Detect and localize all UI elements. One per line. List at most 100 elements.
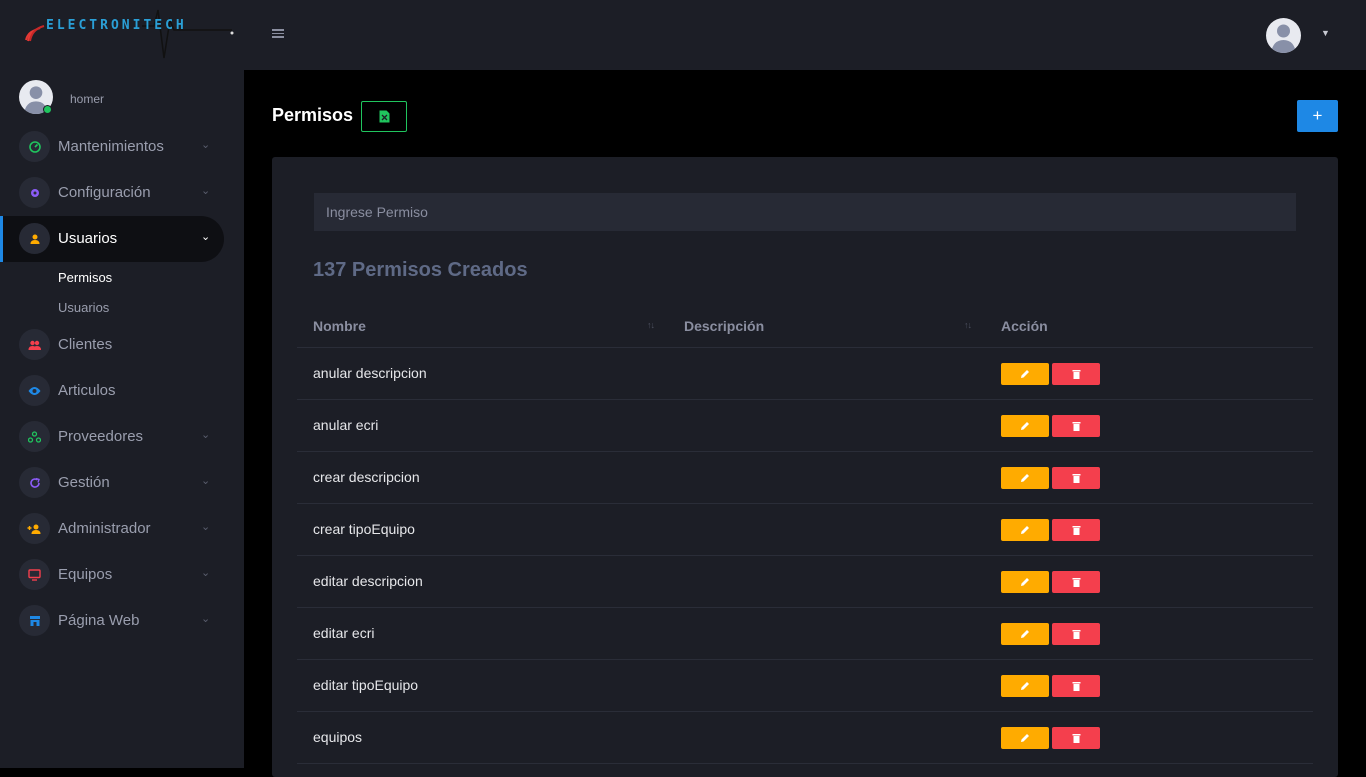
trash-icon	[1072, 474, 1080, 483]
sidebar-item-label: Página Web	[58, 612, 140, 629]
column-header-nombre[interactable]: Nombre	[313, 318, 366, 334]
edit-button[interactable]	[1001, 519, 1049, 541]
column-header-accion: Acción	[1001, 318, 1048, 334]
search-input[interactable]	[314, 193, 1296, 231]
trash-icon	[1072, 370, 1080, 379]
chevron-down-icon: ⌄	[201, 475, 211, 487]
pencil-icon	[1021, 474, 1029, 482]
permissions-card: 137 Permisos Creados Nombre ↑↓ Descripci…	[272, 157, 1338, 777]
page-title: Permisos	[272, 105, 354, 125]
column-header-descripcion[interactable]: Descripción	[684, 318, 764, 334]
sidebar-item-label: Mantenimientos	[58, 138, 164, 155]
add-permission-button[interactable]: +	[1297, 100, 1338, 132]
chevron-down-icon: ⌄	[201, 521, 211, 533]
excel-file-icon	[379, 110, 389, 123]
chevron-down-icon: ⌄	[201, 139, 211, 151]
user-icon	[19, 223, 50, 254]
trash-icon	[1072, 682, 1080, 691]
delete-button[interactable]	[1052, 675, 1100, 697]
sidebar-item-articulos[interactable]: Articulos	[0, 368, 224, 414]
edit-button[interactable]	[1001, 623, 1049, 645]
network-icon	[19, 421, 50, 452]
sidebar-item-label: Articulos	[58, 382, 116, 399]
sidebar-item-clientes[interactable]: Clientes	[0, 322, 224, 368]
pencil-icon	[1021, 422, 1029, 430]
sidebar-item-label: Equipos	[58, 566, 113, 583]
delete-button[interactable]	[1052, 727, 1100, 749]
pencil-icon	[1021, 526, 1029, 534]
sidebar-item-label: Clientes	[58, 336, 113, 353]
permission-name: crear tipoEquipo	[313, 521, 415, 537]
sidebar-item-proveedores[interactable]: Proveedores ⌄	[0, 414, 224, 460]
edit-button[interactable]	[1001, 571, 1049, 593]
sidebar-item-label: Usuarios	[58, 230, 118, 247]
delete-button[interactable]	[1052, 467, 1100, 489]
sidebar: homer Mantenimientos ⌄ Configuración ⌄ U…	[0, 70, 244, 768]
sidebar-item-label: Gestión	[58, 474, 110, 491]
delete-button[interactable]	[1052, 363, 1100, 385]
sidebar-item-equipos[interactable]: Equipos ⌄	[0, 552, 224, 598]
gauge-icon	[19, 131, 50, 162]
monitor-icon	[19, 559, 50, 590]
account-dropdown-icon[interactable]: ▼	[1321, 28, 1330, 38]
users-icon	[19, 329, 50, 360]
permission-name: editar descripcion	[313, 573, 423, 589]
sidebar-item-gestion[interactable]: Gestión ⌄	[0, 460, 224, 506]
sidebar-item-pagina-web[interactable]: Página Web ⌄	[0, 598, 224, 644]
delete-button[interactable]	[1052, 415, 1100, 437]
delete-button[interactable]	[1052, 519, 1100, 541]
pencil-icon	[1021, 370, 1029, 378]
trash-icon	[1072, 422, 1080, 431]
permission-name: equipos	[313, 729, 363, 745]
top-bar: ELECTRONITECH ▼	[0, 0, 1366, 70]
refresh-icon	[19, 467, 50, 498]
user-plus-icon	[19, 513, 50, 544]
chevron-down-icon: ⌄	[201, 185, 211, 197]
table-row: crear descripcion	[297, 452, 1313, 504]
pencil-icon	[1021, 682, 1029, 690]
sidebar-item-usuarios[interactable]: Usuarios ⌄	[0, 216, 224, 262]
edit-button[interactable]	[1001, 727, 1049, 749]
pencil-icon	[1021, 578, 1029, 586]
trash-icon	[1072, 630, 1080, 639]
permission-name: anular ecri	[313, 417, 379, 433]
trash-icon	[1072, 526, 1080, 535]
brand-logo[interactable]: ELECTRONITECH	[22, 6, 237, 62]
edit-button[interactable]	[1001, 467, 1049, 489]
chevron-down-icon: ⌄	[201, 231, 211, 243]
edit-button[interactable]	[1001, 675, 1049, 697]
table-row: editar ecri	[297, 608, 1313, 660]
table-row: editar descripcion	[297, 556, 1313, 608]
export-excel-button[interactable]	[361, 101, 407, 132]
logo-graphic	[25, 9, 234, 59]
sidebar-subitem-usuarios[interactable]: Usuarios	[58, 300, 109, 315]
edit-button[interactable]	[1001, 363, 1049, 385]
table-row: anular descripcion	[297, 348, 1313, 400]
delete-button[interactable]	[1052, 571, 1100, 593]
pencil-icon	[1021, 630, 1029, 638]
trash-icon	[1072, 578, 1080, 587]
account-avatar[interactable]	[1266, 18, 1301, 53]
sidebar-item-label: Proveedores	[58, 428, 144, 445]
edit-button[interactable]	[1001, 415, 1049, 437]
menu-toggle-icon[interactable]	[272, 27, 284, 41]
sidebar-item-mantenimientos[interactable]: Mantenimientos ⌄	[0, 124, 224, 170]
chevron-down-icon: ⌄	[201, 613, 211, 625]
sort-arrows-icon[interactable]: ↑↓	[647, 320, 655, 330]
pencil-icon	[1021, 734, 1029, 742]
sort-arrows-icon[interactable]: ↑↓	[964, 320, 972, 330]
table-row: editar tipoEquipo	[297, 660, 1313, 712]
online-status-dot	[43, 105, 52, 114]
chevron-down-icon: ⌄	[201, 429, 211, 441]
sidebar-subitem-permisos[interactable]: Permisos	[58, 270, 112, 285]
avatar-icon	[1271, 24, 1296, 53]
delete-button[interactable]	[1052, 623, 1100, 645]
sidebar-user[interactable]: homer	[19, 80, 239, 116]
trash-icon	[1072, 734, 1080, 743]
store-icon	[19, 605, 50, 636]
table-row: equipos	[297, 712, 1313, 764]
permission-name: editar tipoEquipo	[313, 677, 419, 693]
sidebar-item-administrador[interactable]: Administrador ⌄	[0, 506, 224, 552]
chevron-down-icon: ⌄	[201, 567, 211, 579]
sidebar-item-configuracion[interactable]: Configuración ⌄	[0, 170, 224, 216]
